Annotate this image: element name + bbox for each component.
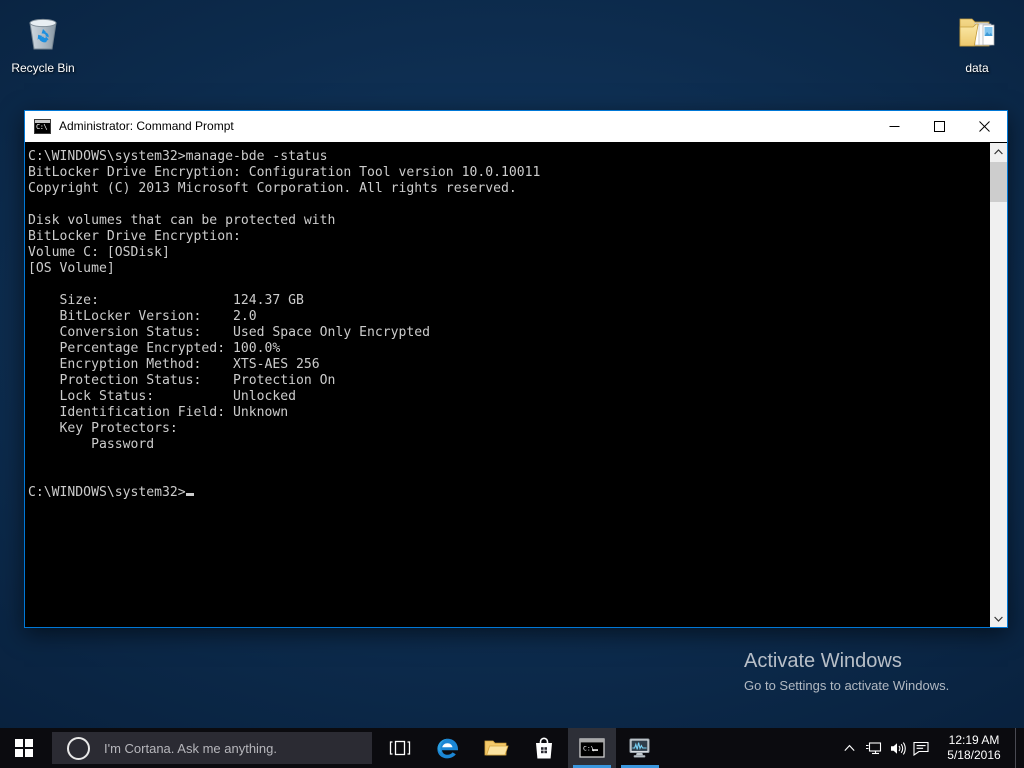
console-line: Disk volumes that can be protected with: [28, 213, 989, 229]
desktop-icon-data[interactable]: data: [938, 8, 1016, 75]
clock[interactable]: 12:19 AM 5/18/2016: [933, 728, 1015, 768]
activate-windows-watermark: Activate Windows Go to Settings to activ…: [744, 648, 1016, 696]
console-cursor: [186, 493, 194, 496]
taskbar-item-task-view[interactable]: [376, 728, 424, 768]
command-prompt-window[interactable]: C:\ Administrator: Command Prompt C:\WIN…: [24, 110, 1008, 628]
file-explorer-icon: [483, 737, 509, 759]
folder-icon: [938, 8, 1016, 58]
search-placeholder: I'm Cortana. Ask me anything.: [104, 741, 277, 756]
console-line: Protection Status: Protection On: [28, 373, 989, 389]
clock-date: 5/18/2016: [947, 748, 1000, 763]
close-button[interactable]: [962, 112, 1007, 141]
taskbar[interactable]: I'm Cortana. Ask me anything.: [0, 728, 1024, 768]
console-line: Key Protectors:: [28, 421, 989, 437]
system-tray[interactable]: 12:19 AM 5/18/2016: [837, 728, 1024, 768]
maximize-button[interactable]: [917, 112, 962, 141]
console-body[interactable]: C:\WINDOWS\system32>manage-bde -statusBi…: [25, 142, 1007, 627]
console-line: [OS Volume]: [28, 261, 989, 277]
taskbar-item-store[interactable]: [520, 728, 568, 768]
desktop[interactable]: Recycle Bin: [0, 0, 1024, 768]
console-line: Percentage Encrypted: 100.0%: [28, 341, 989, 357]
svg-text:C:\: C:\: [583, 745, 595, 753]
windows-logo-icon: [15, 739, 33, 757]
scrollbar-thumb[interactable]: [990, 162, 1007, 202]
desktop-icon-label: data: [938, 61, 1016, 75]
console-prompt-line: C:\WINDOWS\system32>: [28, 485, 989, 501]
watermark-title: Activate Windows: [744, 648, 1016, 674]
watermark-subtitle: Go to Settings to activate Windows.: [744, 676, 1016, 696]
taskbar-item-command-prompt[interactable]: C:\: [568, 728, 616, 768]
console-line: BitLocker Drive Encryption: Configuratio…: [28, 165, 989, 181]
console-line: C:\WINDOWS\system32>manage-bde -status: [28, 149, 989, 165]
window-title: Administrator: Command Prompt: [59, 119, 872, 133]
volume-icon[interactable]: [885, 728, 909, 768]
console-prompt: C:\WINDOWS\system32>: [28, 485, 186, 500]
store-icon: [532, 735, 556, 761]
console-line: [28, 277, 989, 293]
console-line: [28, 469, 989, 485]
edge-icon: [435, 735, 461, 761]
console-line: Identification Field: Unknown: [28, 405, 989, 421]
console-icon-text: C:\: [36, 123, 47, 132]
scroll-down-icon[interactable]: [990, 610, 1007, 627]
minimize-button[interactable]: [872, 112, 917, 141]
console-line: Password: [28, 437, 989, 453]
scrollbar-track[interactable]: [990, 160, 1007, 610]
console-line: Volume C: [OSDisk]: [28, 245, 989, 261]
desktop-icon-recycle-bin[interactable]: Recycle Bin: [4, 8, 82, 75]
taskbar-item-microsoft-edge[interactable]: [424, 728, 472, 768]
taskbar-item-performance-monitor[interactable]: [616, 728, 664, 768]
console-icon: C:\: [34, 119, 51, 134]
console-line: BitLocker Version: 2.0: [28, 309, 989, 325]
network-icon[interactable]: [861, 728, 885, 768]
clock-time: 12:19 AM: [949, 733, 1000, 748]
recycle-bin-icon: [4, 8, 82, 58]
window-titlebar[interactable]: C:\ Administrator: Command Prompt: [25, 111, 1007, 142]
show-desktop-button[interactable]: [1015, 728, 1024, 768]
console-line: Conversion Status: Used Space Only Encry…: [28, 325, 989, 341]
cortana-circle-icon: [67, 737, 90, 760]
console-line: Encryption Method: XTS-AES 256: [28, 357, 989, 373]
scroll-up-icon[interactable]: [990, 143, 1007, 160]
console-line: Size: 124.37 GB: [28, 293, 989, 309]
console-line: [28, 197, 989, 213]
console-scrollbar[interactable]: [989, 143, 1007, 627]
desktop-icon-label: Recycle Bin: [4, 61, 82, 75]
performance-monitor-icon: [627, 736, 653, 760]
console-line: Copyright (C) 2013 Microsoft Corporation…: [28, 181, 989, 197]
console-line: Lock Status: Unlocked: [28, 389, 989, 405]
console-line: BitLocker Drive Encryption:: [28, 229, 989, 245]
taskbar-item-file-explorer[interactable]: [472, 728, 520, 768]
task-view-icon: [389, 739, 411, 757]
chevron-up-icon[interactable]: [837, 728, 861, 768]
console-line: [28, 453, 989, 469]
action-center-icon[interactable]: [909, 728, 933, 768]
console-output[interactable]: C:\WINDOWS\system32>manage-bde -statusBi…: [25, 143, 989, 627]
start-button[interactable]: [0, 728, 48, 768]
command-prompt-icon: C:\: [579, 738, 605, 758]
search-input[interactable]: I'm Cortana. Ask me anything.: [52, 732, 372, 764]
